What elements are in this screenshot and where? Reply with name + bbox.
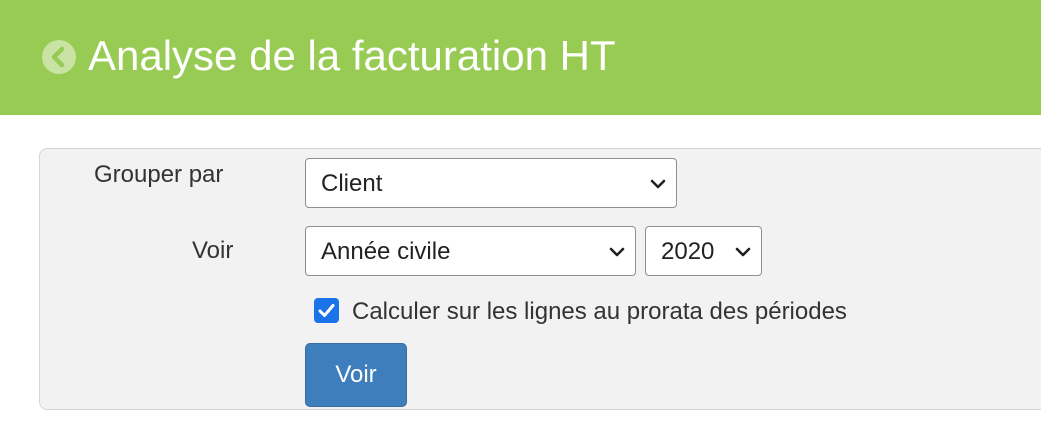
submit-button[interactable]: Voir (305, 343, 407, 407)
group-by-value: Client (321, 170, 383, 197)
year-value: 2020 (661, 238, 715, 265)
view-label: Voir (192, 237, 234, 264)
prorata-label: Calculer sur les lignes au prorata des p… (352, 298, 847, 325)
prorata-checkbox[interactable] (314, 298, 339, 323)
chevron-down-icon (650, 179, 666, 189)
period-value: Année civile (321, 238, 451, 265)
back-icon[interactable] (42, 40, 76, 74)
period-select[interactable]: Année civile (305, 226, 636, 276)
page-title: Analyse de la facturation HT (88, 32, 616, 79)
check-icon (318, 304, 335, 317)
page-header: Analyse de la facturation HT (0, 0, 1041, 115)
chevron-down-icon (735, 247, 751, 257)
group-by-select[interactable]: Client (305, 158, 677, 208)
year-select[interactable]: 2020 (645, 226, 762, 276)
chevron-down-icon (609, 247, 625, 257)
group-by-label: Grouper par (94, 161, 224, 188)
